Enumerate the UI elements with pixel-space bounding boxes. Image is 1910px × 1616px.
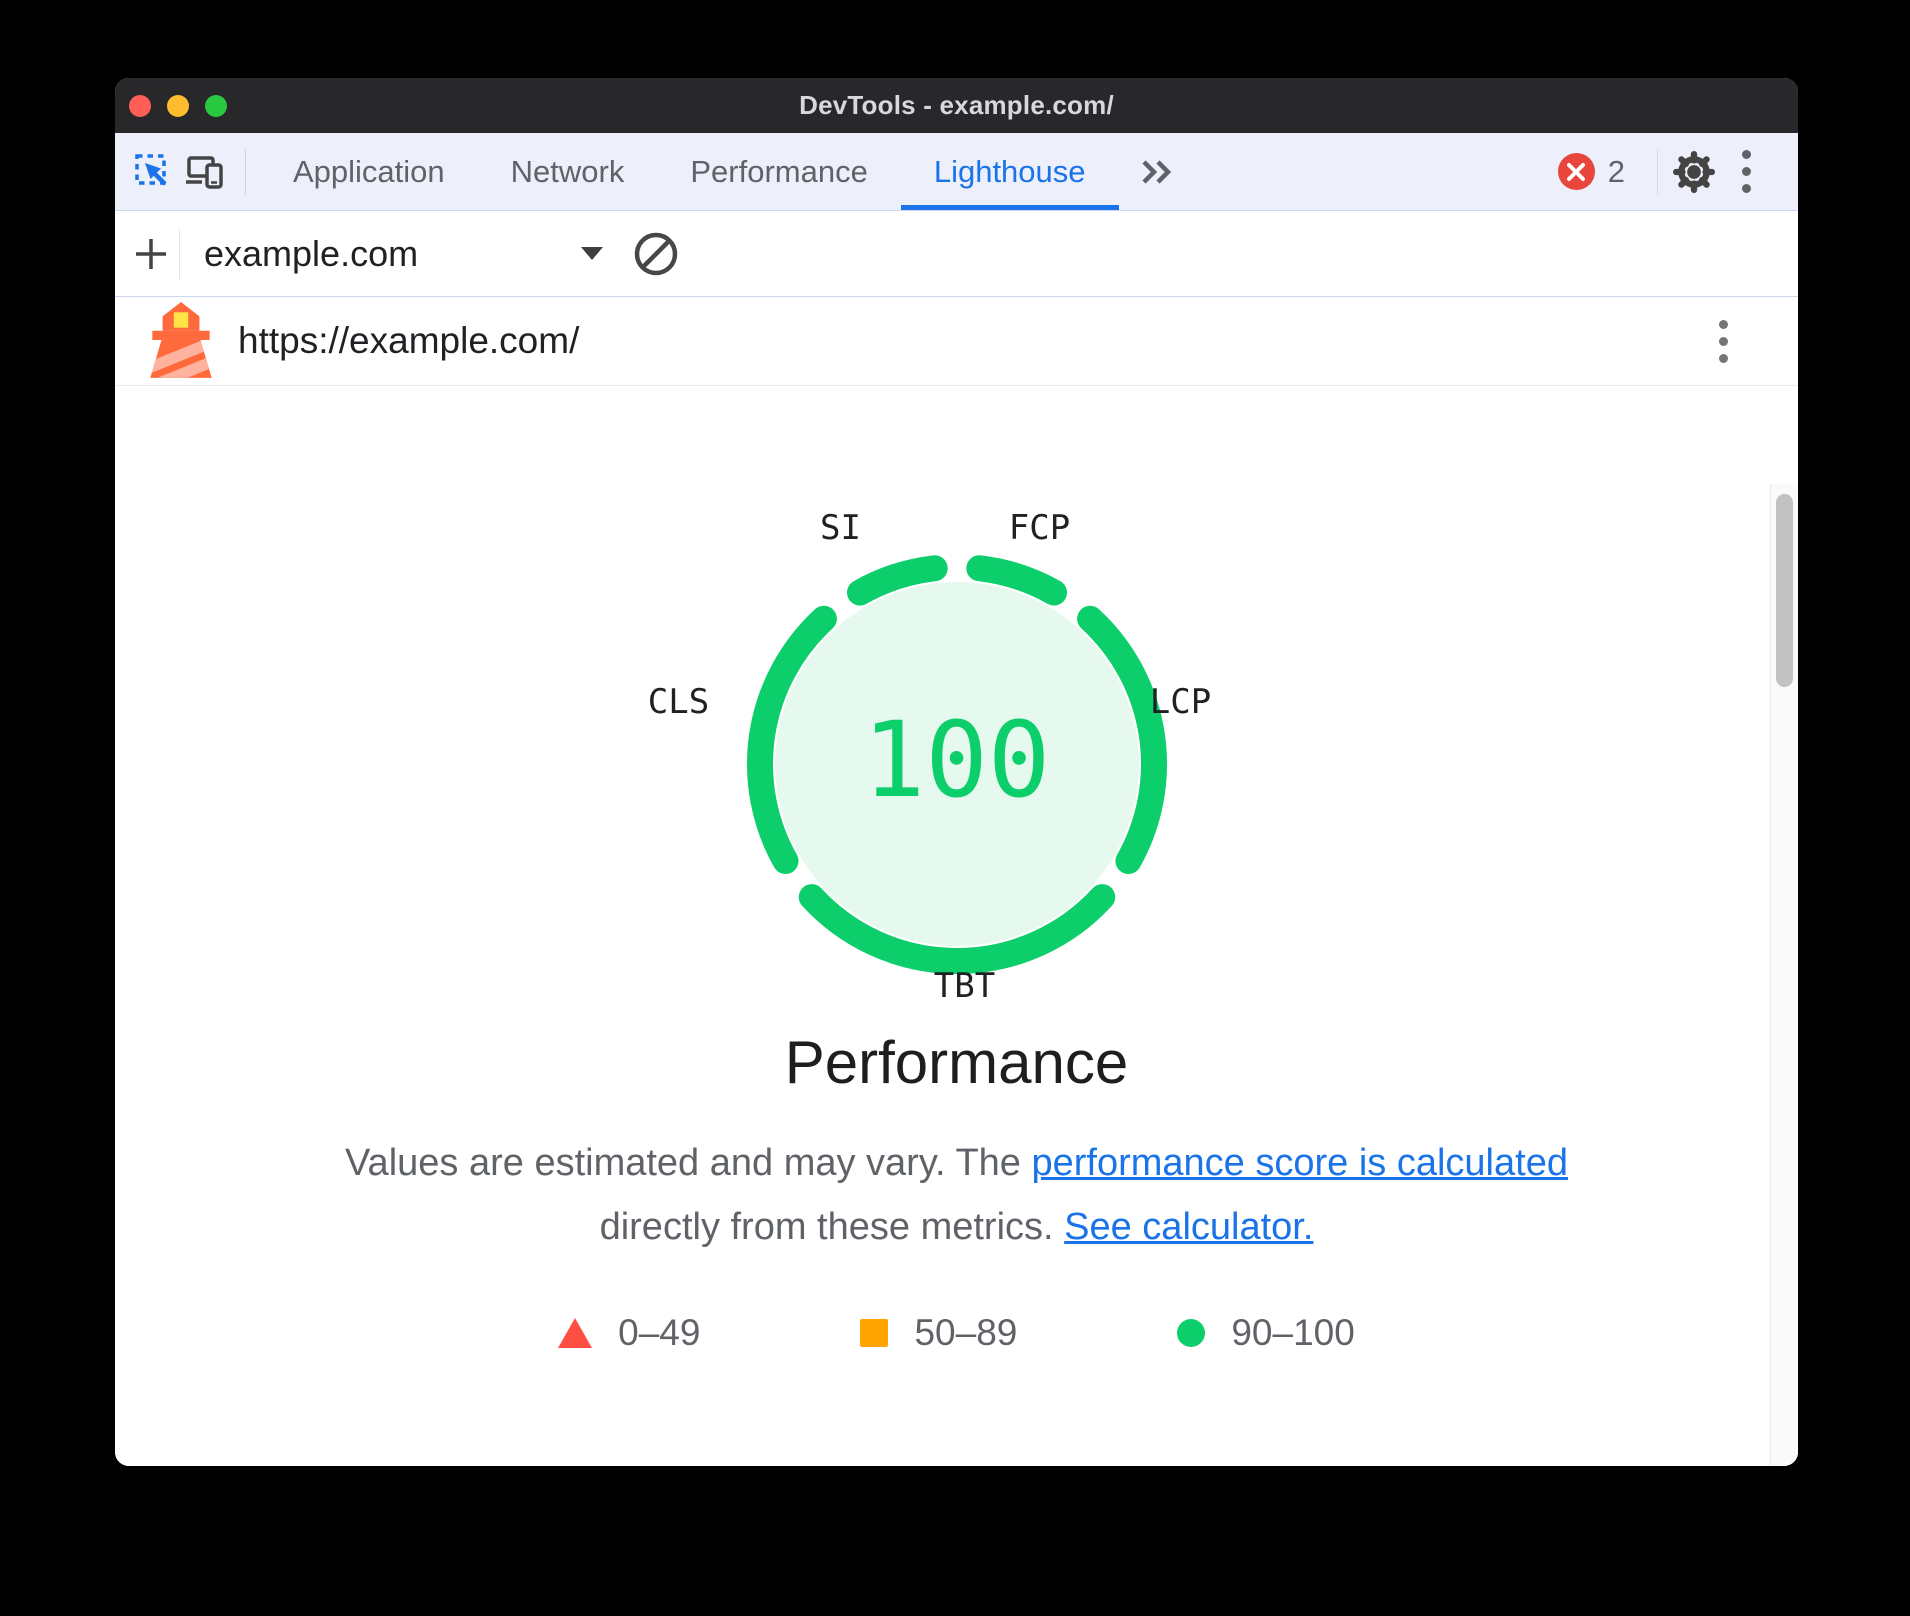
window-title: DevTools - example.com/: [799, 90, 1114, 121]
legend-item-fail: 0–49: [558, 1312, 700, 1354]
legend-item-pass: 90–100: [1177, 1312, 1354, 1354]
selected-target-label: example.com: [204, 233, 580, 275]
plus-icon: [132, 235, 170, 273]
report-options-menu-button[interactable]: [1719, 320, 1728, 363]
zoom-window-button[interactable]: [205, 95, 227, 117]
lighthouse-target-bar: example.com: [115, 211, 1798, 297]
error-count: 2: [1608, 154, 1625, 190]
legend-label: 50–89: [914, 1312, 1017, 1354]
target-select-dropdown[interactable]: example.com: [204, 233, 604, 275]
tab-lighthouse[interactable]: Lighthouse: [901, 133, 1119, 210]
device-toolbar-icon: [185, 154, 225, 190]
tab-application[interactable]: Application: [260, 133, 478, 210]
category-title: Performance: [115, 1028, 1798, 1098]
performance-score: 100: [863, 699, 1051, 821]
devtools-toolbar: Application Network Performance Lighthou…: [115, 133, 1798, 211]
close-window-button[interactable]: [129, 95, 151, 117]
error-x-icon: [1565, 161, 1587, 183]
devtools-menu-button[interactable]: [1720, 144, 1772, 200]
title-bar: DevTools - example.com/: [115, 78, 1798, 133]
toolbar-divider: [245, 149, 246, 195]
scrollbar-thumb[interactable]: [1776, 494, 1793, 687]
settings-button[interactable]: [1668, 144, 1720, 200]
metric-label-cls: CLS: [648, 682, 709, 722]
report-url: https://example.com/: [238, 320, 579, 362]
fail-triangle-icon: [558, 1318, 592, 1348]
tab-network[interactable]: Network: [478, 133, 658, 210]
legend-label: 0–49: [618, 1312, 700, 1354]
metric-label-lcp: LCP: [1150, 682, 1211, 722]
add-target-button[interactable]: [125, 226, 177, 282]
devtools-window: DevTools - example.com/ Application Netw…: [115, 78, 1798, 1466]
score-calculation-link[interactable]: performance score is calculated: [1031, 1142, 1567, 1184]
average-square-icon: [860, 1319, 888, 1347]
clear-targets-button[interactable]: [630, 226, 682, 282]
dropdown-arrow-icon: [580, 246, 604, 261]
more-tabs-button[interactable]: [1139, 157, 1175, 187]
metric-label-si: SI: [820, 508, 861, 548]
console-error-badge[interactable]: [1558, 153, 1595, 190]
see-calculator-link[interactable]: See calculator.: [1064, 1206, 1313, 1248]
score-description: Values are estimated and may vary. The p…: [307, 1132, 1607, 1260]
report-header-bar: https://example.com/: [115, 297, 1798, 386]
scrollbar-track[interactable]: [1770, 484, 1798, 1466]
performance-gauge[interactable]: 100 FCP LCP TBT CLS SI: [627, 484, 1287, 1014]
legend-item-average: 50–89: [860, 1312, 1017, 1354]
description-text-1: Values are estimated and may vary. The: [345, 1142, 1031, 1184]
lighthouse-logo-icon: [140, 300, 222, 382]
description-text-2: directly from these metrics.: [600, 1206, 1065, 1248]
tab-performance[interactable]: Performance: [657, 133, 900, 210]
metric-label-fcp: FCP: [1009, 508, 1070, 548]
double-chevron-icon: [1139, 157, 1175, 187]
gear-icon: [1673, 151, 1715, 193]
pass-circle-icon: [1177, 1319, 1205, 1347]
block-icon: [633, 231, 679, 277]
kebab-menu-icon: [1742, 150, 1751, 193]
window-controls: [129, 78, 227, 133]
score-legend: 0–49 50–89 90–100: [115, 1312, 1798, 1354]
toolbar-divider: [1657, 149, 1658, 195]
lighthouse-report-content: 100 FCP LCP TBT CLS SI Performance Value…: [115, 484, 1798, 1466]
metric-label-tbt: TBT: [934, 966, 995, 1006]
inspect-element-button[interactable]: [127, 144, 179, 200]
legend-label: 90–100: [1231, 1312, 1354, 1354]
inspect-element-icon: [134, 153, 172, 191]
target-bar-divider: [179, 229, 180, 279]
minimize-window-button[interactable]: [167, 95, 189, 117]
toggle-device-toolbar-button[interactable]: [179, 144, 231, 200]
